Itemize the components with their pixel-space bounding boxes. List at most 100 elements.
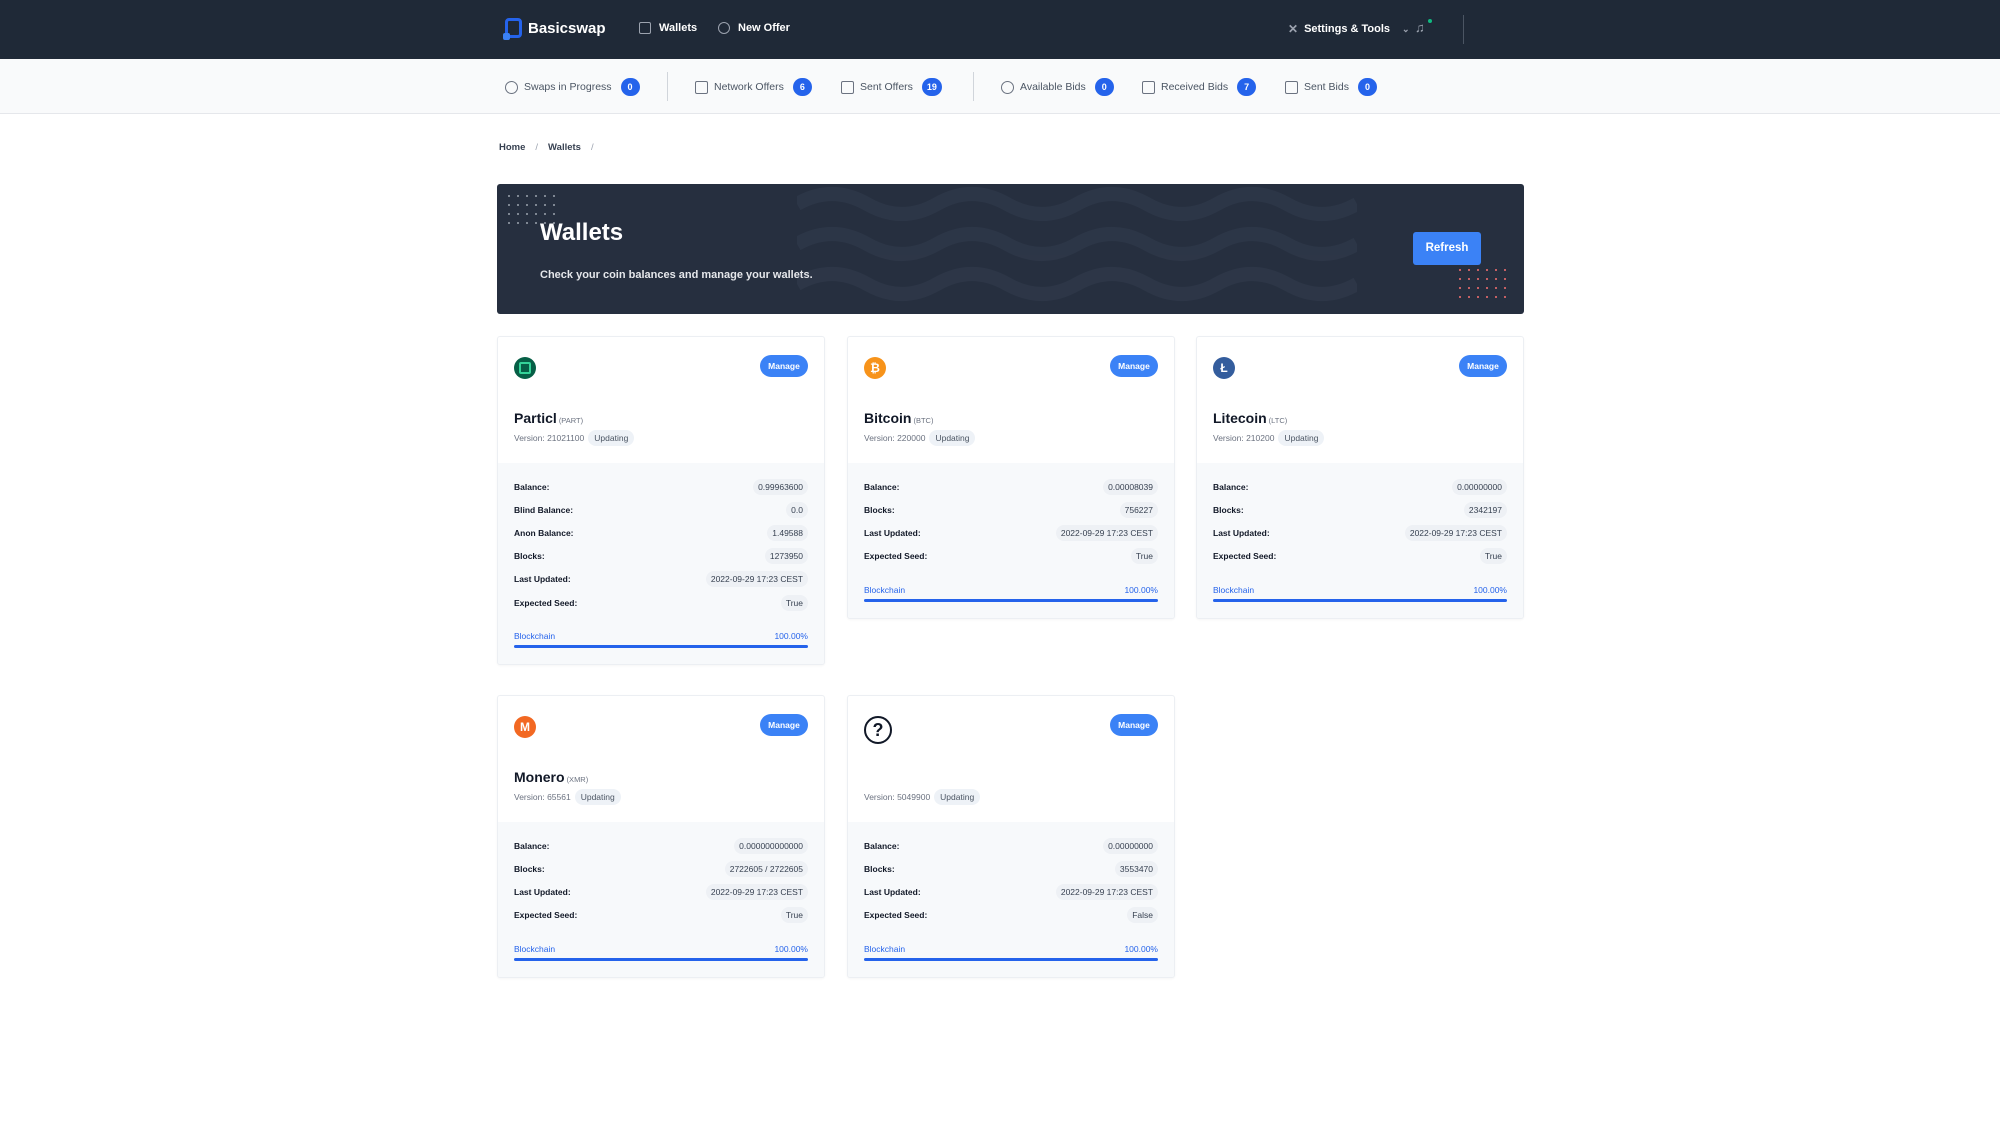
stat-value: 756227 [1119, 501, 1158, 518]
coin-ticker: (LTC) [1268, 416, 1288, 425]
stat-label: Blocks: [514, 863, 545, 874]
manage-button[interactable]: Manage [760, 355, 808, 377]
manage-button[interactable]: Manage [1459, 355, 1507, 377]
stat-label: Last Updated: [514, 886, 571, 897]
upload-icon [1285, 80, 1298, 94]
stat-value: False [1127, 907, 1158, 924]
wallet-stat-row: Expected Seed: False [864, 904, 1158, 927]
stat-value: 0.99963600 [753, 478, 808, 495]
notifications-button[interactable]: ♫ [1415, 18, 1433, 36]
stat-value: 0.00008039 [1103, 478, 1158, 495]
version-text: Version: 65561 [514, 792, 571, 802]
breadcrumb-wallets[interactable]: Wallets [548, 142, 581, 153]
subnav-label: Received Bids [1161, 81, 1229, 93]
stat-label: Last Updated: [864, 886, 921, 897]
stat-label: Last Updated: [1213, 527, 1270, 538]
wallet-icon [639, 22, 651, 34]
subnav-available-bids[interactable]: Available Bids 0 [1001, 78, 1114, 96]
subnav-sent-bids[interactable]: Sent Bids 0 [1285, 78, 1377, 96]
document-icon [695, 80, 708, 94]
nav-new-offer-label: New Offer [738, 22, 790, 34]
coin-ticker: (XMR) [566, 775, 589, 784]
stat-label: Blocks: [864, 504, 895, 515]
subnav-sent-offers[interactable]: Sent Offers 19 [841, 78, 942, 96]
coin-name-text: Particl [514, 410, 557, 426]
coin-name-text: Litecoin [1213, 410, 1267, 426]
stat-label: Blocks: [1213, 504, 1244, 515]
manage-button[interactable]: Manage [760, 714, 808, 736]
wallet-stat-row: Expected Seed: True [514, 591, 808, 614]
stat-label: Balance: [1213, 481, 1249, 492]
stat-label: Last Updated: [514, 574, 571, 585]
version-text: Version: 21021100 [514, 433, 585, 443]
tools-icon: ✕ [1288, 22, 1299, 36]
wallet-stat-row: Expected Seed: True [1213, 545, 1507, 568]
wallet-stat-row: Last Updated: 2022-09-29 17:23 CEST [864, 880, 1158, 903]
coin-name: Bitcoin (BTC) [864, 410, 933, 426]
sync-label: Blockchain [864, 584, 906, 595]
nav-divider [1463, 15, 1464, 44]
coin-name: Litecoin (LTC) [1213, 410, 1287, 426]
wallet-card-body: Balance: 0.000000000000 Blocks: 2722605 … [498, 822, 824, 977]
wallet-stat-row: Last Updated: 2022-09-29 17:23 CEST [1213, 521, 1507, 544]
count-badge: 0 [1094, 78, 1114, 96]
sync-label: Blockchain [1213, 584, 1255, 595]
monero-icon: M [514, 716, 536, 738]
wallet-card: ? Manage Version: 5049900 Updating Balan… [847, 695, 1175, 978]
stat-value: 0.00000000 [1452, 478, 1507, 495]
wallet-card: M Manage Monero (XMR) Version: 65561 Upda… [497, 695, 825, 978]
stat-value: True [1130, 548, 1158, 565]
sync-percent: 100.00% [1124, 584, 1158, 595]
basicswap-logo-icon [503, 18, 522, 40]
secondary-navbar: Swaps in Progress 0 Network Offers 6 Sen… [0, 59, 2000, 114]
wallet-card-body: Balance: 0.00008039 Blocks: 756227 Last … [848, 463, 1174, 618]
manage-button[interactable]: Manage [1110, 355, 1158, 377]
sync-progress-fill [1213, 598, 1507, 602]
manage-button[interactable]: Manage [1110, 714, 1158, 736]
refresh-icon [505, 80, 518, 94]
coin-name-text: Monero [514, 769, 565, 785]
count-badge: 7 [1237, 78, 1257, 96]
brand-name: Basicswap [528, 19, 606, 37]
settings-tools-label: Settings & Tools [1304, 23, 1391, 35]
wallet-stat-row: Anon Balance: 1.49588 [514, 521, 808, 544]
coin-ticker: (PART) [558, 416, 584, 425]
stat-label: Expected Seed: [864, 551, 928, 562]
stat-value: True [1479, 548, 1507, 565]
refresh-button[interactable]: Refresh [1413, 232, 1481, 265]
status-badge: Updating [588, 430, 635, 446]
particl-icon [514, 357, 536, 379]
stat-label: Balance: [864, 840, 900, 851]
stat-label: Last Updated: [864, 527, 921, 538]
settings-tools-menu[interactable]: ✕ Settings & Tools ⌄ [1288, 22, 1410, 36]
nav-new-offer[interactable]: New Offer [718, 22, 790, 34]
subnav-divider [667, 72, 668, 101]
coin-ticker: (BTC) [913, 416, 934, 425]
stat-value: 2342197 [1463, 501, 1507, 518]
breadcrumb-home[interactable]: Home [499, 142, 525, 153]
version-line: Version: 21021100 Updating [514, 430, 635, 446]
subnav-received-bids[interactable]: Received Bids 7 [1142, 78, 1257, 96]
wallet-stat-row: Blocks: 1273950 [514, 545, 808, 568]
sync-label: Blockchain [514, 943, 556, 954]
subnav-swaps-in-progress[interactable]: Swaps in Progress 0 [505, 78, 640, 96]
nav-wallets[interactable]: Wallets [639, 22, 697, 34]
brand-logo[interactable]: Basicswap [503, 18, 606, 40]
nav-wallets-label: Wallets [659, 22, 698, 34]
subnav-label: Available Bids [1020, 81, 1086, 93]
version-line: Version: 210200 Updating [1213, 430, 1325, 446]
wallet-card: ₿ Manage Bitcoin (BTC) Version: 220000 Up… [847, 336, 1175, 619]
stat-label: Expected Seed: [514, 597, 578, 608]
sync-progress-fill [864, 957, 1158, 961]
subnav-label: Swaps in Progress [524, 81, 612, 93]
count-badge: 19 [921, 78, 942, 96]
download-icon [1142, 80, 1155, 94]
stat-value: True [780, 907, 808, 924]
coin-name-text: Bitcoin [864, 410, 912, 426]
wallet-stat-row: Blocks: 2722605 / 2722605 [514, 857, 808, 880]
subnav-network-offers[interactable]: Network Offers 6 [695, 78, 812, 96]
stat-value: 2022-09-29 17:23 CEST [1055, 524, 1158, 541]
stat-value: 0.00000000 [1103, 837, 1158, 854]
breadcrumb-separator: / [590, 142, 594, 153]
sync-percent: 100.00% [774, 943, 808, 954]
